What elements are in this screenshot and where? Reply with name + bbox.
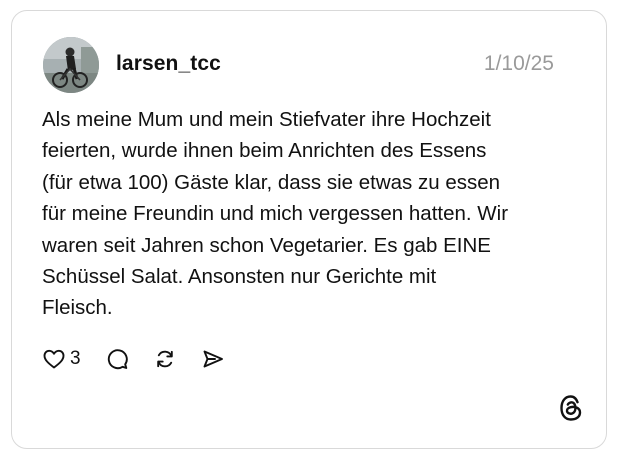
send-icon xyxy=(201,347,225,371)
like-button[interactable]: 3 xyxy=(42,347,81,371)
username[interactable]: larsen_tcc xyxy=(116,51,221,77)
avatar[interactable] xyxy=(43,37,99,93)
threads-logo-icon[interactable] xyxy=(558,394,584,422)
share-button[interactable] xyxy=(201,347,225,371)
action-bar: 3 xyxy=(42,344,225,374)
post-card: larsen_tcc 1/10/25 Als meine Mum und mei… xyxy=(11,10,607,449)
post-body-line: Fleisch. xyxy=(42,296,113,320)
comment-bubble-icon xyxy=(105,347,129,371)
repost-button[interactable] xyxy=(153,347,177,371)
post-body-line: (für etwa 100) Gäste klar, dass sie etwa… xyxy=(42,170,501,194)
avatar-photo xyxy=(43,37,99,93)
post-body-line: Als meine Mum und mein Stiefvater ihre H… xyxy=(42,108,491,131)
post-body-line: für meine Freundin und mich vergessen ha… xyxy=(42,202,509,226)
post-body-line: feierten, wurde ihnen beim Anrichten des… xyxy=(42,139,487,163)
repost-icon xyxy=(153,347,177,371)
post-body-line: waren seit Jahren schon Vegetarier. Es g… xyxy=(42,233,491,257)
post-body: Als meine Mum und mein Stiefvater ihre H… xyxy=(42,104,562,324)
post-date: 1/10/25 xyxy=(483,52,554,75)
reply-button[interactable] xyxy=(105,347,129,371)
post-body-line: Schüssel Salat. Ansonsten nur Gerichte m… xyxy=(42,265,437,289)
like-count: 3 xyxy=(70,348,81,369)
heart-icon xyxy=(42,347,66,371)
